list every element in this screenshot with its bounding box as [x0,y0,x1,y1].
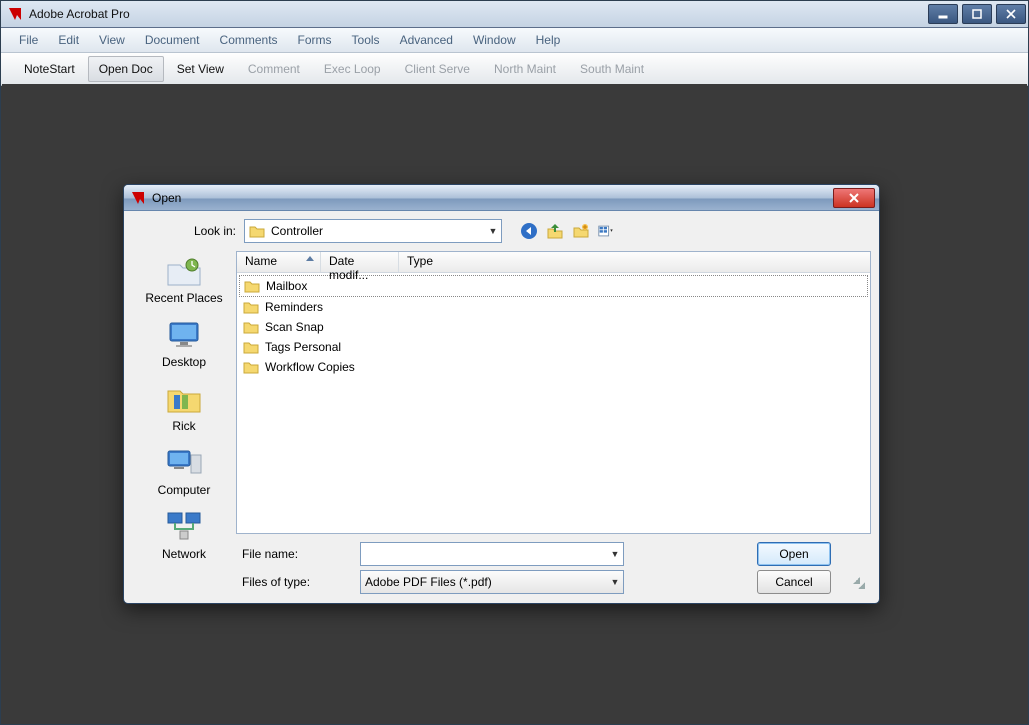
tool-comment[interactable]: Comment [237,56,311,82]
place-computer[interactable]: Computer [139,447,229,497]
close-button[interactable] [996,4,1026,24]
menu-file[interactable]: File [9,30,48,50]
col-name-label: Name [245,254,277,268]
file-name-input[interactable]: ▼ [360,542,624,566]
tool-client-serve[interactable]: Client Serve [394,56,481,82]
window-controls [926,2,1028,26]
look-in-nav-icons [520,222,616,240]
tool-exec-loop[interactable]: Exec Loop [313,56,392,82]
new-folder-icon[interactable] [572,222,590,240]
resize-grip[interactable] [853,577,867,591]
app-title: Adobe Acrobat Pro [29,7,130,21]
file-row[interactable]: Reminders [239,297,868,317]
menu-tools[interactable]: Tools [342,30,390,50]
place-desktop[interactable]: Desktop [139,319,229,369]
file-type-row: Files of type: Adobe PDF Files (*.pdf) ▼… [132,568,871,596]
tool-open-doc[interactable]: Open Doc [88,56,164,82]
chevron-down-icon: ▼ [607,577,623,587]
dialog-titlebar: Open [124,185,879,211]
menu-document[interactable]: Document [135,30,210,50]
dialog-body: Look in: Controller ▼ [132,213,871,595]
cancel-button[interactable]: Cancel [757,570,831,594]
chevron-down-icon: ▼ [607,549,623,559]
file-rows: Mailbox Reminders Scan Snap Tags Pe [237,273,870,533]
look-in-combo[interactable]: Controller ▼ [244,219,502,243]
menu-advanced[interactable]: Advanced [390,30,463,50]
file-type-label: Files of type: [236,575,360,589]
file-name: Mailbox [266,279,307,293]
menu-view[interactable]: View [89,30,135,50]
menu-forms[interactable]: Forms [288,30,342,50]
dialog-bottom: File name: ▼ Open Files of type: Adobe P… [132,540,871,596]
menu-comments[interactable]: Comments [210,30,288,50]
place-network[interactable]: Network [139,511,229,561]
folder-icon [244,279,260,293]
dialog-icon [130,190,146,206]
look-in-value: Controller [271,224,323,238]
places-bar: Recent Places Desktop Rick [132,251,236,534]
dialog-title: Open [152,191,181,205]
folder-icon [249,224,265,238]
col-date[interactable]: Date modif... [321,252,399,272]
maximize-button[interactable] [962,4,992,24]
file-name: Tags Personal [265,340,341,354]
open-dialog: Open Look in: Controller ▼ [123,184,880,604]
col-type[interactable]: Type [399,252,870,272]
titlebar: Adobe Acrobat Pro [1,1,1028,28]
app-window: Adobe Acrobat Pro File Edit View Documen… [0,0,1029,725]
tool-north-maint[interactable]: North Maint [483,56,567,82]
place-label: Computer [139,483,229,497]
dialog-close-button[interactable] [833,188,875,208]
file-name-label: File name: [236,547,360,561]
toolbar: NoteStart Open Doc Set View Comment Exec… [1,53,1028,86]
look-in-row: Look in: Controller ▼ [132,213,871,249]
place-label: Rick [139,419,229,433]
place-recent[interactable]: Recent Places [139,255,229,305]
file-list: Name Date modif... Type Mailbox [236,251,871,534]
file-row[interactable]: Workflow Copies [239,357,868,377]
user-folder-icon [164,383,204,415]
tool-set-view[interactable]: Set View [166,56,235,82]
file-row[interactable]: Tags Personal [239,337,868,357]
column-headers: Name Date modif... Type [237,252,870,273]
file-name: Scan Snap [265,320,324,334]
menubar: File Edit View Document Comments Forms T… [1,28,1028,53]
folder-icon [243,300,259,314]
place-user[interactable]: Rick [139,383,229,433]
place-label: Desktop [139,355,229,369]
views-icon[interactable] [598,222,616,240]
tool-south-maint[interactable]: South Maint [569,56,655,82]
tool-notestart[interactable]: NoteStart [13,56,86,82]
file-row[interactable]: Scan Snap [239,317,868,337]
dialog-main: Recent Places Desktop Rick [132,251,871,534]
file-type-value: Adobe PDF Files (*.pdf) [365,575,492,589]
file-name: Reminders [265,300,323,314]
sort-ascending-icon [306,256,314,261]
place-label: Network [139,547,229,561]
minimize-button[interactable] [928,4,958,24]
file-type-combo[interactable]: Adobe PDF Files (*.pdf) ▼ [360,570,624,594]
folder-icon [243,320,259,334]
col-name[interactable]: Name [237,252,321,272]
menu-help[interactable]: Help [526,30,571,50]
app-icon [7,6,23,22]
folder-icon [243,360,259,374]
place-label: Recent Places [139,291,229,305]
menu-edit[interactable]: Edit [48,30,89,50]
file-name: Workflow Copies [265,360,355,374]
open-button[interactable]: Open [757,542,831,566]
computer-icon [164,447,204,479]
menu-window[interactable]: Window [463,30,526,50]
desktop-icon [164,319,204,351]
back-icon[interactable] [520,222,538,240]
up-one-level-icon[interactable] [546,222,564,240]
look-in-label: Look in: [132,224,244,238]
chevron-down-icon: ▼ [485,226,501,236]
network-icon [164,511,204,543]
folder-icon [243,340,259,354]
file-name-row: File name: ▼ Open [132,540,871,568]
recent-places-icon [164,255,204,287]
